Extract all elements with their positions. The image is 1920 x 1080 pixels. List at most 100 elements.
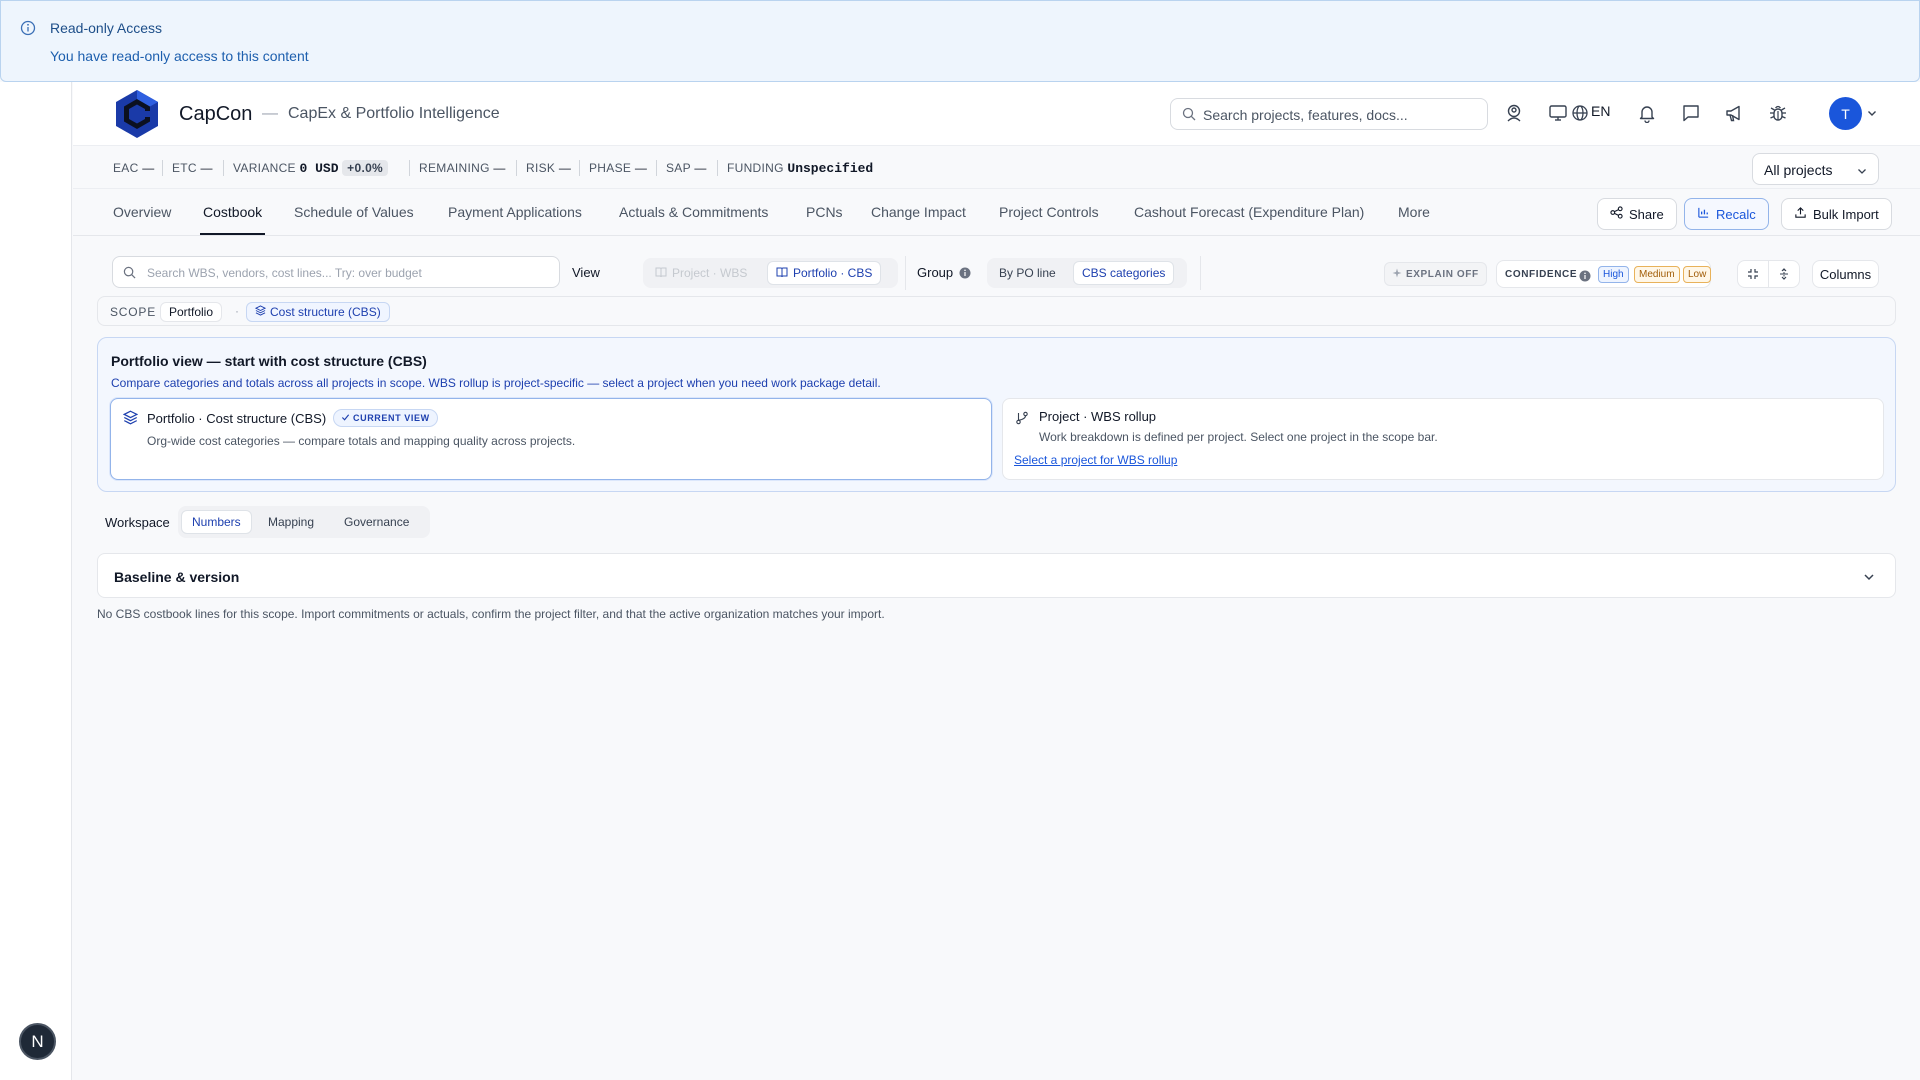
tab-actuals-commitments[interactable]: Actuals & Commitments bbox=[619, 204, 768, 220]
capcon-logo[interactable] bbox=[113, 88, 161, 140]
divider bbox=[409, 160, 410, 176]
layers-icon bbox=[122, 410, 139, 430]
divider bbox=[162, 160, 163, 176]
metric-value: — bbox=[142, 161, 155, 175]
read-only-alert: Read-only Access You have read-only acce… bbox=[0, 0, 1920, 82]
project-filter-value: All projects bbox=[1764, 162, 1833, 178]
metric-risk: RISK — bbox=[516, 160, 572, 176]
scope-separator: · bbox=[235, 304, 239, 318]
app-header: CapCon — CapEx & Portfolio Intelligence … bbox=[73, 82, 1920, 146]
workspace-numbers-tab[interactable]: Numbers bbox=[181, 510, 252, 534]
divider bbox=[656, 160, 657, 176]
metric-label: PHASE bbox=[589, 161, 632, 175]
explain-toggle[interactable]: EXPLAIN OFF bbox=[1384, 262, 1487, 286]
tab-payment-applications[interactable]: Payment Applications bbox=[448, 204, 582, 220]
global-search[interactable] bbox=[1170, 98, 1488, 130]
metric-label: REMAINING bbox=[419, 161, 490, 175]
bell-icon[interactable] bbox=[1636, 102, 1658, 124]
costbook-search[interactable] bbox=[112, 256, 560, 288]
metric-value: Unspecified bbox=[787, 161, 874, 176]
megaphone-icon[interactable] bbox=[1723, 102, 1745, 124]
current-view-card[interactable]: Portfolio · Cost structure (CBS) CURRENT… bbox=[110, 398, 992, 480]
tab-costbook[interactable]: Costbook bbox=[199, 204, 266, 235]
metric-label: SAP bbox=[666, 161, 691, 175]
dev-badge[interactable]: N bbox=[19, 1023, 56, 1060]
global-search-input[interactable] bbox=[1203, 105, 1473, 125]
costbook-search-input[interactable] bbox=[147, 264, 547, 282]
language-selector[interactable]: EN bbox=[1591, 103, 1610, 119]
metric-value: 0 USD bbox=[299, 161, 339, 176]
tab-cashout-forecast[interactable]: Cashout Forecast (Expenditure Plan) bbox=[1134, 204, 1364, 220]
user-location-icon[interactable] bbox=[1503, 102, 1525, 124]
check-icon bbox=[341, 413, 350, 424]
portfolio-view-panel: Portfolio view — start with cost structu… bbox=[97, 337, 1896, 492]
project-filter-select[interactable]: All projects bbox=[1752, 153, 1879, 185]
tab-more[interactable]: More bbox=[1398, 204, 1430, 220]
alert-title: Read-only Access bbox=[50, 20, 163, 36]
info-icon[interactable] bbox=[959, 266, 971, 284]
collapse-all-icon[interactable] bbox=[1737, 260, 1769, 288]
search-icon bbox=[1182, 107, 1196, 126]
bulk-import-label: Bulk Import bbox=[1813, 206, 1879, 222]
view-project-wbs[interactable]: Project · WBS bbox=[647, 261, 755, 285]
current-view-badge: CURRENT VIEW bbox=[333, 409, 438, 427]
view-portfolio-cbs[interactable]: Portfolio · CBS bbox=[767, 261, 882, 285]
workspace-governance-tab[interactable]: Governance bbox=[334, 510, 419, 534]
divider bbox=[516, 160, 517, 176]
left-rail bbox=[0, 82, 72, 1080]
confidence-high-chip[interactable]: High bbox=[1598, 266, 1629, 283]
recalc-label: Recalc bbox=[1716, 206, 1756, 222]
upload-icon bbox=[1794, 206, 1807, 222]
user-avatar[interactable]: T bbox=[1829, 97, 1862, 130]
confidence-label: CONFIDENCE bbox=[1505, 269, 1578, 280]
scope-label: SCOPE bbox=[110, 305, 157, 319]
confidence-low-chip[interactable]: Low bbox=[1683, 266, 1712, 283]
costbook-toolbar: View Project · WBS Portfolio · CBS Group… bbox=[97, 250, 1896, 294]
book-icon bbox=[655, 266, 667, 281]
chevron-down-icon[interactable] bbox=[1866, 106, 1878, 124]
divider bbox=[717, 160, 718, 176]
expand-all-icon[interactable] bbox=[1768, 260, 1800, 288]
scope-portfolio-chip[interactable]: Portfolio bbox=[160, 302, 223, 322]
bulk-import-button[interactable]: Bulk Import bbox=[1781, 198, 1892, 230]
tab-overview[interactable]: Overview bbox=[113, 204, 171, 220]
scope-bar: SCOPE Portfolio · Cost structure (CBS) bbox=[97, 296, 1896, 326]
globe-icon[interactable] bbox=[1569, 102, 1591, 124]
bug-icon[interactable] bbox=[1767, 102, 1789, 124]
metric-value: — bbox=[493, 161, 506, 175]
wbs-rollup-description: Work breakdown is defined per project. S… bbox=[1039, 430, 1438, 444]
recalc-button[interactable]: Recalc bbox=[1684, 198, 1769, 230]
confidence-medium-chip[interactable]: Medium bbox=[1634, 266, 1680, 283]
metric-etc: ETC — bbox=[162, 160, 213, 176]
share-icon bbox=[1610, 206, 1623, 222]
scope-cbs-chip[interactable]: Cost structure (CBS) bbox=[246, 302, 390, 322]
tab-schedule-of-values[interactable]: Schedule of Values bbox=[294, 204, 414, 220]
workspace-toggle: Numbers Mapping Governance bbox=[178, 506, 430, 538]
metric-value: — bbox=[200, 161, 213, 175]
chevron-down-icon bbox=[1862, 570, 1876, 589]
metric-label: VARIANCE bbox=[233, 161, 296, 175]
workspace-mapping-tab[interactable]: Mapping bbox=[258, 510, 324, 534]
sparkle-icon bbox=[1392, 268, 1402, 281]
tab-pcns[interactable]: PCNs bbox=[806, 204, 843, 220]
info-icon[interactable] bbox=[1579, 269, 1591, 287]
metric-value: — bbox=[558, 161, 572, 175]
divider bbox=[579, 160, 580, 176]
brand-separator: — bbox=[262, 105, 278, 122]
select-project-link[interactable]: Select a project for WBS rollup bbox=[1014, 453, 1177, 467]
brand-name: CapCon bbox=[179, 103, 253, 125]
share-button[interactable]: Share bbox=[1597, 198, 1677, 230]
group-cbs-categories[interactable]: CBS categories bbox=[1073, 261, 1175, 285]
baseline-version-accordion[interactable]: Baseline & version bbox=[97, 553, 1896, 598]
tab-change-impact[interactable]: Change Impact bbox=[871, 204, 966, 220]
group-by-po-line[interactable]: By PO line bbox=[991, 261, 1064, 285]
columns-button[interactable]: Columns bbox=[1812, 260, 1879, 288]
metric-funding: FUNDING Unspecified bbox=[717, 160, 874, 176]
metric-label: ETC bbox=[172, 161, 197, 175]
monitor-icon[interactable] bbox=[1547, 102, 1569, 124]
baseline-title: Baseline & version bbox=[114, 569, 240, 585]
divider bbox=[1200, 256, 1201, 290]
chat-icon[interactable] bbox=[1680, 102, 1702, 124]
tab-project-controls[interactable]: Project Controls bbox=[999, 204, 1099, 220]
bar-chart-icon bbox=[1697, 206, 1710, 222]
